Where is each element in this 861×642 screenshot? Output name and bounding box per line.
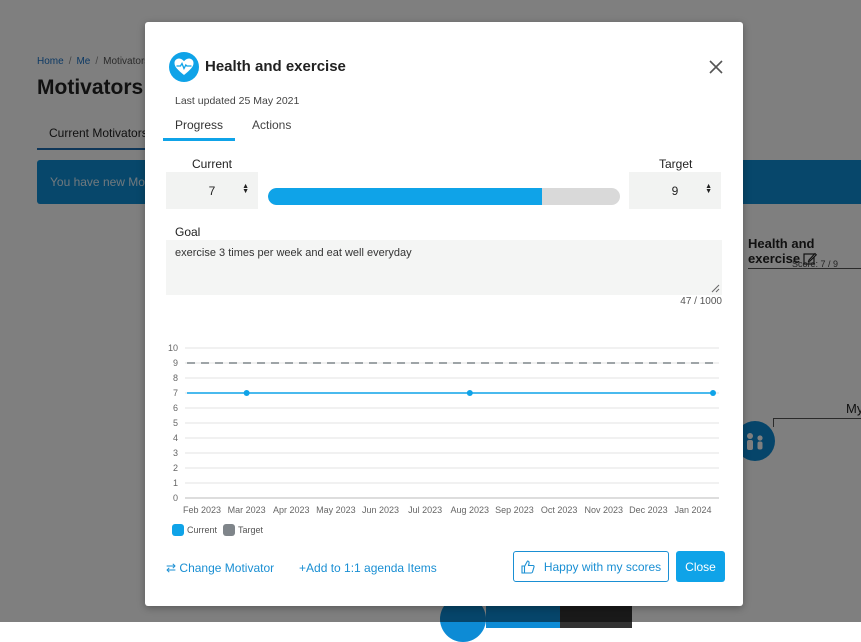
x-tick-label: May 2023 [316, 505, 356, 515]
x-tick-label: Jun 2023 [362, 505, 399, 515]
x-tick-label: Jul 2023 [408, 505, 442, 515]
data-point-current [243, 390, 250, 396]
data-point-current [710, 390, 716, 396]
y-tick-label: 8 [173, 373, 178, 383]
close-button[interactable]: Close [676, 551, 725, 582]
motivator-modal: Health and exercise Last updated 25 May … [145, 22, 743, 606]
x-tick-label: Feb 2023 [183, 505, 221, 515]
y-tick-label: 7 [173, 388, 178, 398]
swap-icon: ⇄ [166, 561, 177, 575]
plus-icon: + [299, 561, 307, 575]
x-tick-label: Sep 2023 [495, 505, 534, 515]
x-tick-label: Apr 2023 [273, 505, 310, 515]
x-tick-label: Dec 2023 [629, 505, 668, 515]
x-tick-label: Mar 2023 [228, 505, 266, 515]
x-tick-label: Jan 2024 [674, 505, 711, 515]
add-agenda-link[interactable]: +Add to 1:1 agenda Items [299, 561, 437, 575]
y-tick-label: 10 [168, 343, 178, 353]
y-tick-label: 9 [173, 358, 178, 368]
data-point-current [466, 390, 473, 396]
x-tick-label: Aug 2023 [451, 505, 490, 515]
y-tick-label: 0 [173, 493, 178, 503]
legend-swatch-target [223, 524, 235, 536]
legend-label-current: Current [187, 525, 218, 535]
y-tick-label: 3 [173, 448, 178, 458]
y-tick-label: 2 [173, 463, 178, 473]
x-tick-label: Nov 2023 [584, 505, 623, 515]
y-tick-label: 5 [173, 418, 178, 428]
y-tick-label: 6 [173, 403, 178, 413]
change-motivator-link[interactable]: ⇄ Change Motivator [166, 561, 274, 575]
happy-with-scores-button[interactable]: Happy with my scores [513, 551, 669, 582]
legend-label-target: Target [238, 525, 264, 535]
legend-swatch-current [172, 524, 184, 536]
y-tick-label: 4 [173, 433, 178, 443]
thumbs-up-icon [521, 559, 535, 574]
progress-chart: 0 1 2 3 4 5 6 7 8 9 10 Feb 2023 Mar 2023 Apr 2023 May … [168, 343, 719, 515]
x-tick-label: Oct 2023 [541, 505, 578, 515]
legend-target[interactable]: Target [223, 524, 263, 536]
y-tick-label: 1 [173, 478, 178, 488]
legend-current[interactable]: Current [172, 524, 217, 536]
